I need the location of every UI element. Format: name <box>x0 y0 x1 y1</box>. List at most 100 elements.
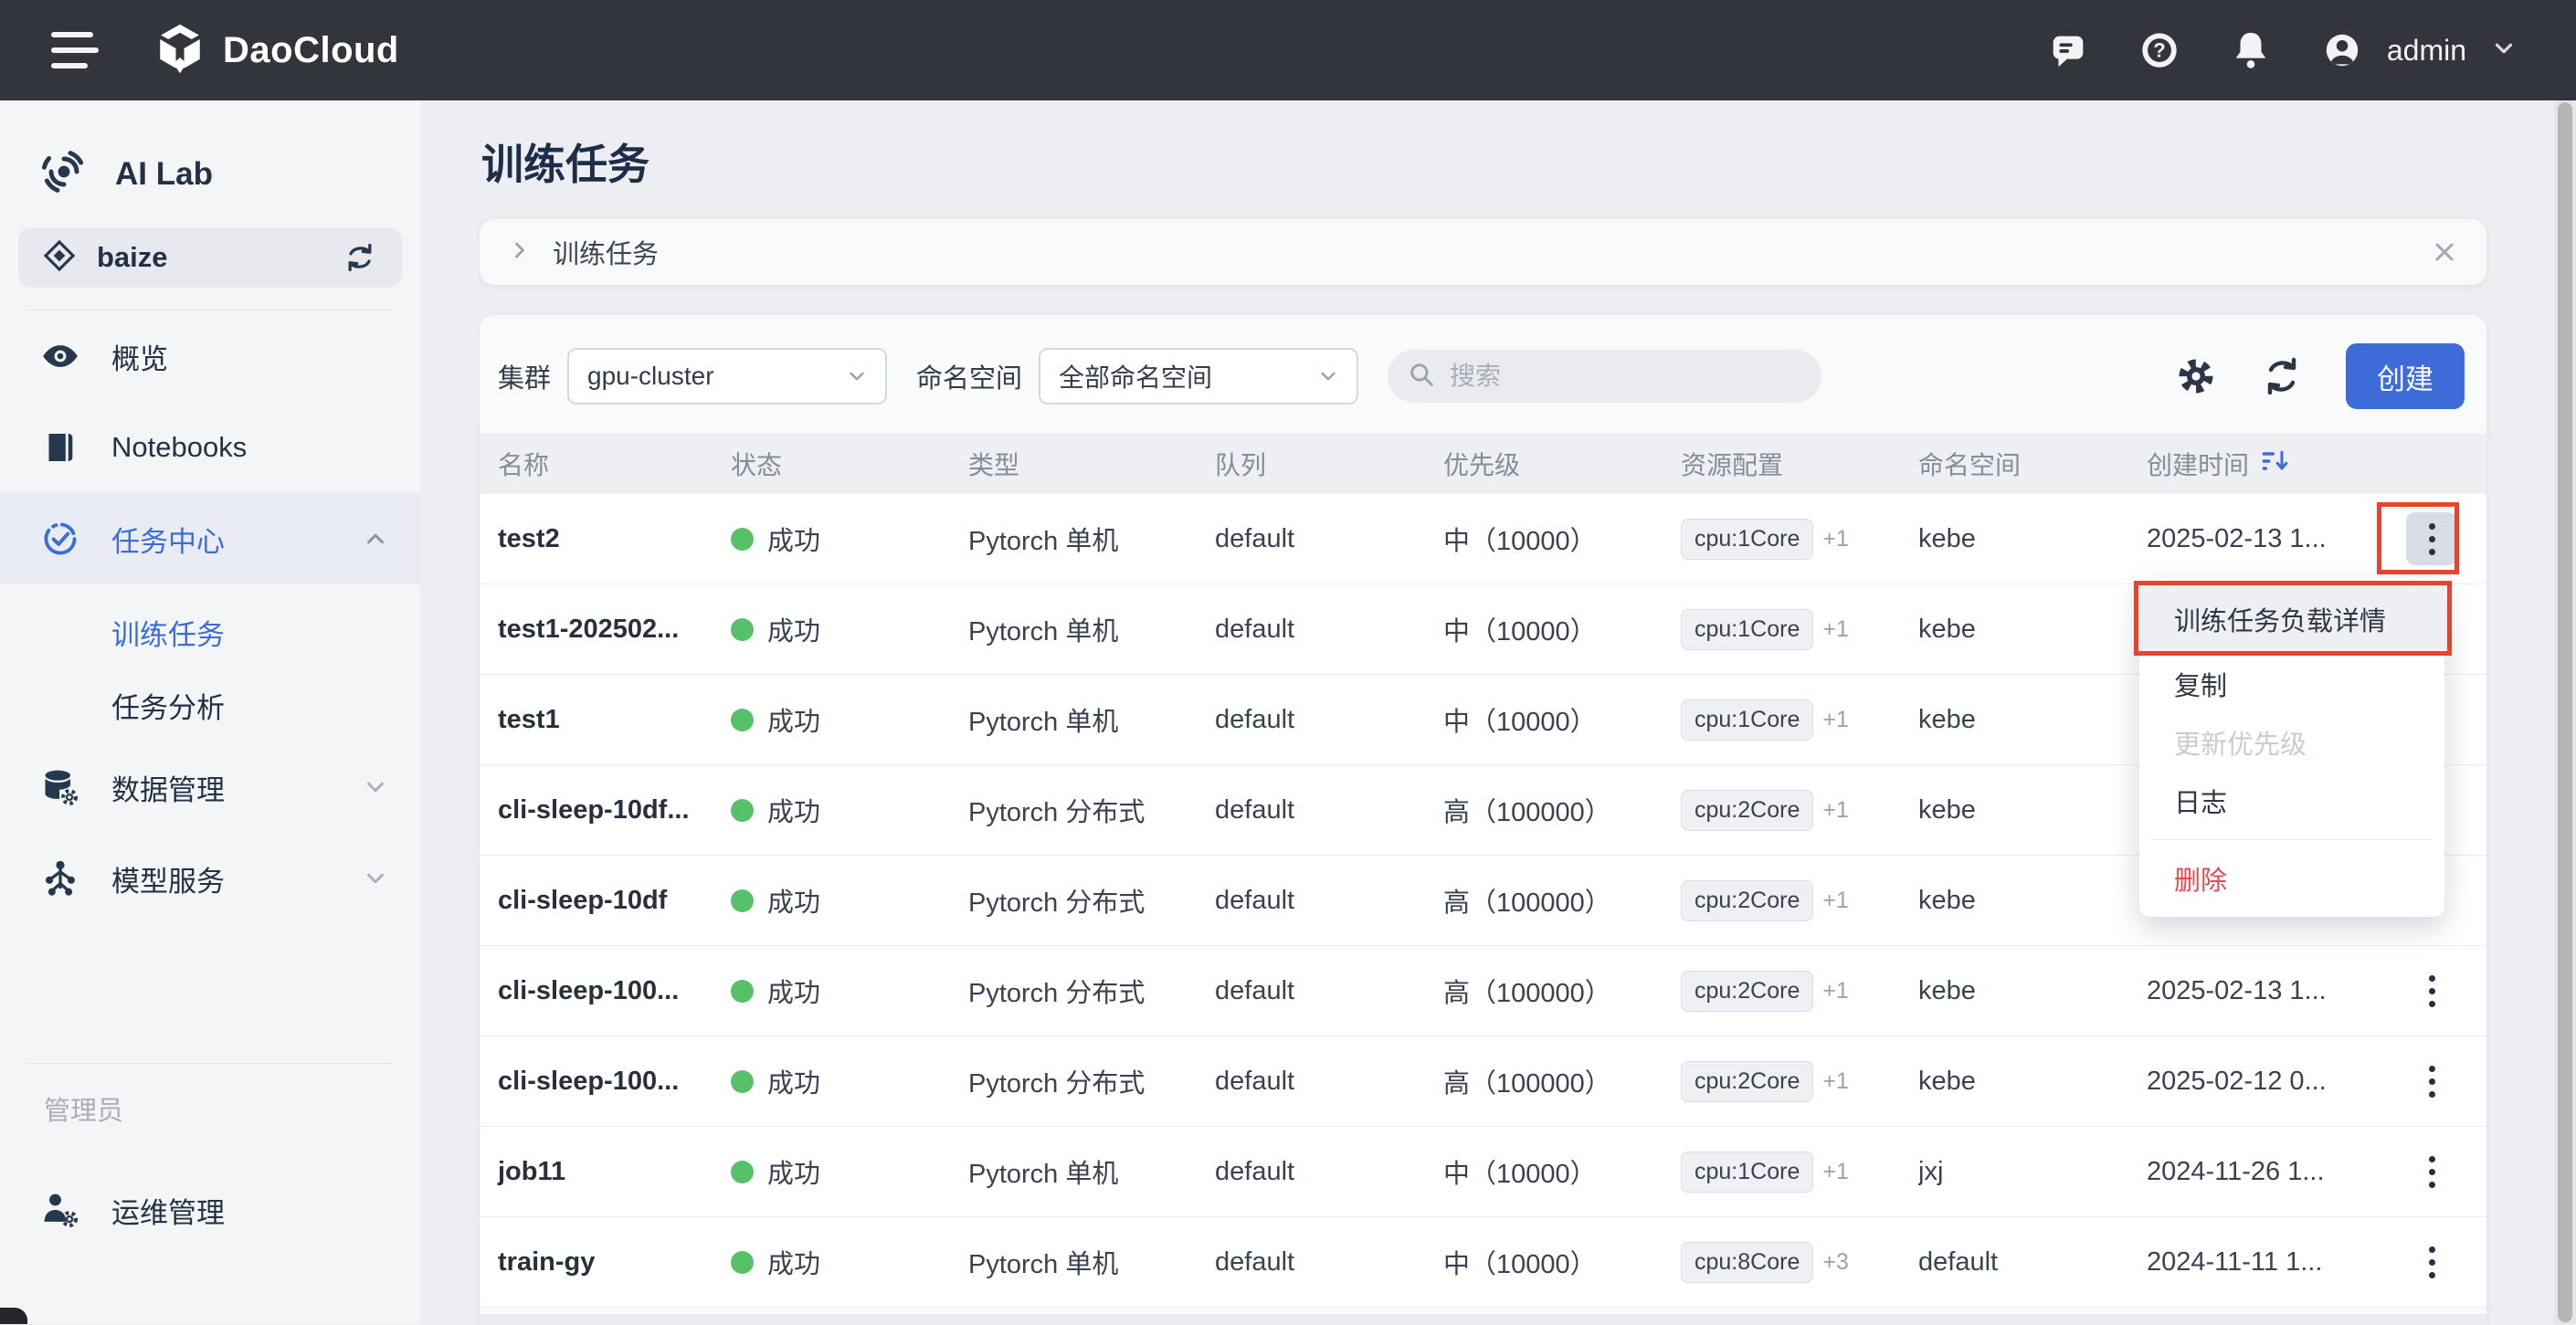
job-name[interactable]: job11 <box>480 1157 731 1187</box>
search-box <box>1388 350 1821 403</box>
sort-descending-icon[interactable] <box>2260 447 2289 482</box>
search-input[interactable] <box>1448 361 1803 392</box>
resource-chip: cpu:2Core <box>1681 1061 1813 1102</box>
menu-toggle-button[interactable] <box>51 32 99 68</box>
workspace-name: baize <box>97 241 168 274</box>
daocloud-logo-icon <box>153 22 206 79</box>
table-row[interactable]: test2 成功 Pytorch 单机 default 中（10000） cpu… <box>480 494 2486 584</box>
job-namespace: default <box>1918 1247 2147 1278</box>
brand-logo[interactable]: DaoCloud <box>153 22 399 79</box>
col-header-namespace: 命名空间 <box>1918 446 2147 482</box>
sidebar-item-label: 模型服务 <box>111 858 225 899</box>
model-network-icon <box>40 858 80 899</box>
vertical-scrollbar-thumb[interactable] <box>2558 102 2572 1322</box>
horizontal-scrollbar-track[interactable] <box>480 1314 2486 1325</box>
namespace-select-value: 全部命名空间 <box>1059 358 1212 394</box>
sidebar-item-notebooks[interactable]: Notebooks <box>0 402 420 493</box>
topbar: DaoCloud ? <box>0 0 2576 100</box>
breadcrumb-item[interactable]: 训练任务 <box>553 233 659 271</box>
col-header-created[interactable]: 创建时间 <box>2147 446 2375 482</box>
ai-lab-icon <box>38 146 90 202</box>
namespace-label: 命名空间 <box>916 357 1022 395</box>
namespace-select[interactable]: 全部命名空间 <box>1039 348 1358 405</box>
job-name[interactable]: test1 <box>480 705 731 735</box>
row-actions-button[interactable] <box>2406 964 2457 1017</box>
job-created: 2025-02-13 1... <box>2147 524 2375 554</box>
job-created: 2025-02-13 1... <box>2147 976 2375 1006</box>
status-dot-icon <box>731 528 754 551</box>
col-header-name: 名称 <box>480 446 731 482</box>
job-name[interactable]: cli-sleep-10df <box>480 886 731 916</box>
job-namespace: kebe <box>1918 795 2147 825</box>
job-queue: default <box>1215 1157 1443 1187</box>
avatar-icon <box>2321 29 2363 71</box>
notifications-icon[interactable] <box>2230 29 2272 71</box>
menu-item-workload-detail[interactable]: 训练任务负载详情 <box>2139 584 2444 655</box>
sidebar-item-overview[interactable]: 概览 <box>0 310 420 402</box>
job-type: Pytorch 单机 <box>968 520 1215 558</box>
help-icon[interactable]: ? <box>2138 29 2180 71</box>
job-priority: 高（100000） <box>1443 791 1681 829</box>
row-actions-button[interactable] <box>2406 1055 2457 1108</box>
job-namespace: kebe <box>1918 976 2147 1006</box>
job-name[interactable]: test1-202502... <box>480 615 731 645</box>
sidebar-item-label: Notebooks <box>111 431 247 464</box>
switch-workspace-icon[interactable] <box>342 239 378 276</box>
sidebar-item-task-center[interactable]: 任务中心 <box>0 493 420 584</box>
sidebar-section-label: 管理员 <box>0 1089 420 1128</box>
user-gear-icon <box>40 1190 80 1230</box>
table-row[interactable]: cli-sleep-100... 成功 Pytorch 分布式 default … <box>480 1036 2486 1127</box>
row-actions-menu: 训练任务负载详情 复制 更新优先级 日志 删除 <box>2139 578 2444 917</box>
close-icon[interactable] <box>2430 237 2459 267</box>
table-row[interactable]: cli-sleep-100... 成功 Pytorch 分布式 default … <box>480 946 2486 1036</box>
job-name[interactable]: cli-sleep-10df... <box>480 795 731 825</box>
sidebar-item-label: 任务中心 <box>111 519 225 560</box>
job-namespace: kebe <box>1918 886 2147 916</box>
job-status: 成功 <box>731 791 968 829</box>
job-status: 成功 <box>731 520 968 558</box>
menu-item-delete[interactable]: 删除 <box>2139 849 2444 908</box>
sidebar: AI Lab baize <box>0 100 421 1324</box>
job-resources: cpu:1Core+1 <box>1681 699 1918 741</box>
job-resources: cpu:1Core+1 <box>1681 609 1918 650</box>
sidebar-item-ops-management[interactable]: 运维管理 <box>0 1164 420 1256</box>
table-header: 名称 状态 类型 队列 优先级 资源配置 命名空间 创建时间 <box>480 434 2486 494</box>
menu-item-logs[interactable]: 日志 <box>2139 772 2444 830</box>
row-actions-button[interactable] <box>2406 1236 2457 1288</box>
sidebar-item-model-services[interactable]: 模型服务 <box>0 833 420 924</box>
row-actions-button[interactable] <box>2406 1145 2457 1198</box>
workspace-switcher[interactable]: baize <box>18 227 402 288</box>
messages-icon[interactable] <box>2047 29 2089 71</box>
job-name[interactable]: test2 <box>480 524 731 554</box>
sidebar-item-data-management[interactable]: 数据管理 <box>0 741 420 833</box>
settings-gear-icon[interactable] <box>2174 354 2218 398</box>
resource-extra: +1 <box>1822 1159 1849 1184</box>
svg-text:?: ? <box>2153 39 2165 62</box>
vertical-scrollbar-track[interactable] <box>2554 100 2576 1324</box>
cluster-select-value: gpu-cluster <box>587 362 714 391</box>
task-center-submenu: 训练任务 任务分析 <box>0 595 420 741</box>
user-menu[interactable]: admin <box>2321 29 2518 71</box>
menu-item-copy[interactable]: 复制 <box>2139 655 2444 713</box>
refresh-icon[interactable] <box>2260 354 2304 398</box>
job-namespace: kebe <box>1918 524 2147 554</box>
sidebar-item-job-analysis[interactable]: 任务分析 <box>0 668 420 741</box>
workspace-icon <box>42 238 77 278</box>
job-type: Pytorch 单机 <box>968 1152 1215 1191</box>
resource-chip: cpu:2Core <box>1681 790 1813 831</box>
table-row[interactable]: job11 成功 Pytorch 单机 default 中（10000） cpu… <box>480 1127 2486 1217</box>
job-name[interactable]: cli-sleep-100... <box>480 976 731 1006</box>
chevron-down-icon <box>362 773 389 801</box>
sidebar-item-label: 训练任务 <box>111 612 225 653</box>
table-row[interactable]: train-gy 成功 Pytorch 单机 default 中（10000） … <box>480 1217 2486 1308</box>
cluster-select[interactable]: gpu-cluster <box>567 348 887 405</box>
job-name[interactable]: cli-sleep-100... <box>480 1067 731 1097</box>
sidebar-item-training-jobs[interactable]: 训练任务 <box>0 595 420 668</box>
job-queue: default <box>1215 1067 1443 1097</box>
row-actions-button[interactable] <box>2406 512 2457 565</box>
job-name[interactable]: train-gy <box>480 1247 731 1278</box>
create-button[interactable]: 创建 <box>2346 343 2465 409</box>
search-icon <box>1406 359 1437 394</box>
status-dot-icon <box>731 799 754 822</box>
status-dot-icon <box>731 889 754 912</box>
